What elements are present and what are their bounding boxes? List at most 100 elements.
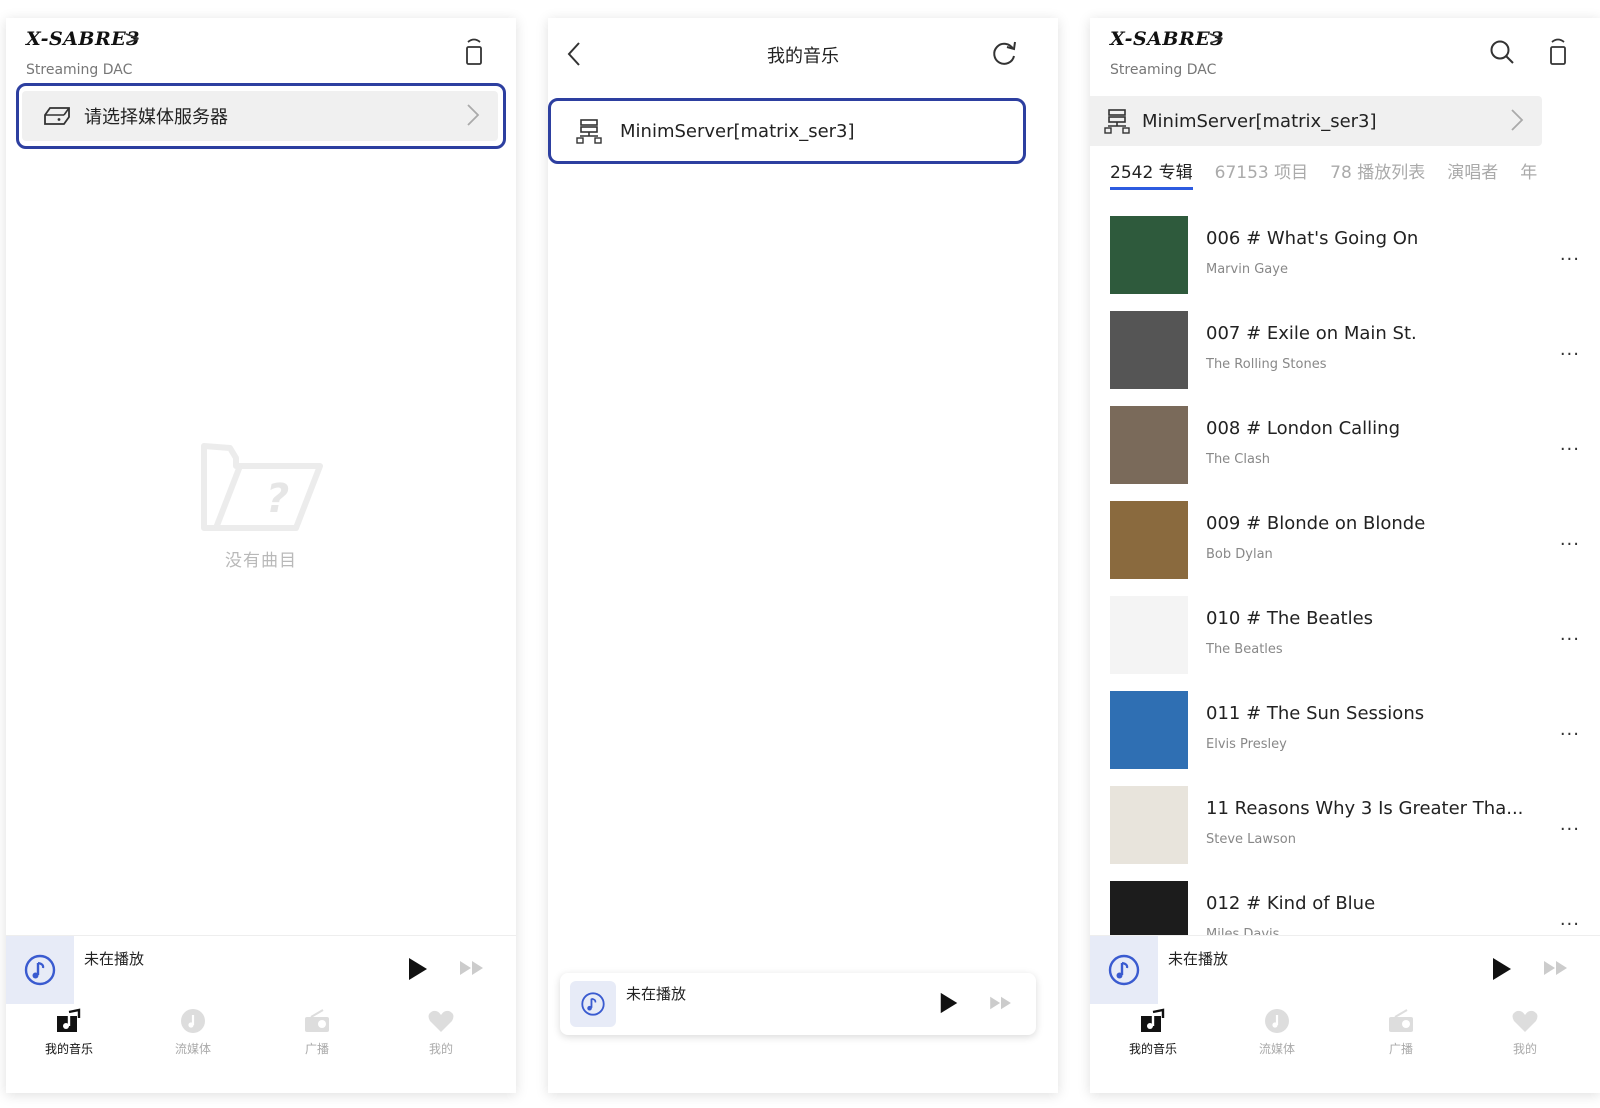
tab-streaming-label: 流媒体 <box>1258 1042 1295 1056</box>
screen-no-server: X-SABRE3 > Streaming DAC 请选择媒体服务器 ? 没有曲目… <box>6 18 516 1093</box>
play-icon <box>1493 958 1511 980</box>
heart-icon <box>428 1010 454 1032</box>
tab-radio-label: 广播 <box>304 1042 329 1056</box>
next-button[interactable] <box>1542 958 1570 982</box>
brand-logo: X-SABRE3 <box>26 28 140 50</box>
screen-server-list: 我的音乐 MinimServer[matrix_ser3] 未在播放 <box>548 18 1058 1093</box>
device-subtitle: Streaming DAC <box>1110 62 1217 78</box>
album-row[interactable]: 11 Reasons Why 3 Is Greater Tha... Steve … <box>1110 786 1590 866</box>
category-tabs: 2542 专辑 67153 项目 78 播放列表 演唱者年 <box>1110 158 1559 194</box>
tab-artists[interactable]: 演唱者 <box>1447 158 1498 183</box>
empty-state-text: 没有曲目 <box>225 551 297 571</box>
tab-year[interactable]: 年 <box>1520 158 1537 183</box>
select-server-button[interactable]: 请选择媒体服务器 <box>22 91 498 141</box>
device-remote-icon[interactable] <box>458 36 490 68</box>
chevron-right-icon <box>466 103 480 132</box>
album-title: 11 Reasons Why 3 Is Greater Tha... <box>1206 798 1524 819</box>
mini-player[interactable]: 未在播放 <box>1090 935 1600 1004</box>
album-cover <box>1110 786 1188 864</box>
album-cover <box>1110 596 1188 674</box>
album-title: 007 # Exile on Main St. <box>1206 323 1417 344</box>
tab-mine[interactable]: 我的 <box>386 1008 496 1057</box>
server-item[interactable]: MinimServer[matrix_ser3] <box>556 106 1018 156</box>
album-row[interactable]: 006 # What's Going On Marvin Gaye... <box>1110 216 1590 296</box>
more-options-icon[interactable]: ... <box>1560 244 1580 265</box>
mini-player[interactable]: 未在播放 <box>560 973 1036 1035</box>
select-server-label: 请选择媒体服务器 <box>84 107 228 128</box>
server-drive-icon <box>42 106 72 126</box>
album-cover <box>1110 216 1188 294</box>
more-options-icon[interactable]: ... <box>1560 719 1580 740</box>
svg-text:?: ? <box>266 476 289 522</box>
next-button[interactable] <box>988 994 1014 1016</box>
album-artist: Bob Dylan <box>1206 547 1273 562</box>
album-row[interactable]: 009 # Blonde on Blonde Bob Dylan... <box>1110 501 1590 581</box>
tab-my-music-label: 我的音乐 <box>1128 1042 1177 1056</box>
tab-my-music[interactable]: 我的音乐 <box>14 1008 124 1057</box>
tab-radio-label: 广播 <box>1388 1042 1413 1056</box>
album-row[interactable]: 008 # London Calling The Clash... <box>1110 406 1590 486</box>
more-options-icon[interactable]: ... <box>1560 814 1580 835</box>
search-button[interactable] <box>1486 36 1518 68</box>
tab-streaming[interactable]: 流媒体 <box>138 1008 248 1057</box>
more-options-icon[interactable]: ... <box>1560 339 1580 360</box>
tab-radio[interactable]: 广播 <box>262 1008 372 1057</box>
tab-mine-label: 我的 <box>1512 1042 1537 1056</box>
server-icon <box>1104 108 1130 134</box>
server-selector[interactable]: MinimServer[matrix_ser3] <box>1090 96 1542 146</box>
server-icon <box>576 118 602 144</box>
tab-playlists[interactable]: 78 播放列表 <box>1330 158 1425 183</box>
album-title: 010 # The Beatles <box>1206 608 1374 629</box>
album-title: 006 # What's Going On <box>1206 228 1419 249</box>
refresh-button[interactable] <box>988 38 1020 70</box>
mini-player[interactable]: 未在播放 <box>6 935 516 1004</box>
album-artist: The Rolling Stones <box>1206 357 1327 372</box>
play-button[interactable] <box>406 956 430 986</box>
next-button[interactable] <box>458 958 486 982</box>
album-title: 012 # Kind of Blue <box>1206 893 1376 914</box>
tab-streaming[interactable]: 流媒体 <box>1222 1008 1332 1057</box>
tab-mine[interactable]: 我的 <box>1470 1008 1580 1057</box>
fast-forward-icon <box>1544 961 1567 975</box>
album-cover <box>1110 691 1188 769</box>
my-music-icon <box>57 1008 81 1032</box>
album-artist: The Beatles <box>1206 642 1283 657</box>
page-title: 我的音乐 <box>767 46 839 67</box>
chevron-right-icon <box>1510 108 1524 137</box>
tab-my-music[interactable]: 我的音乐 <box>1098 1008 1208 1057</box>
device-chevron[interactable]: > <box>124 26 141 50</box>
album-row[interactable]: 011 # The Sun Sessions Elvis Presley... <box>1110 691 1590 771</box>
tab-albums[interactable]: 2542 专辑 <box>1110 158 1193 190</box>
play-button[interactable] <box>938 991 960 1019</box>
more-options-icon[interactable]: ... <box>1560 624 1580 645</box>
album-cover <box>1110 311 1188 389</box>
more-options-icon[interactable]: ... <box>1560 909 1580 930</box>
tab-my-music-label: 我的音乐 <box>44 1042 93 1056</box>
album-artist: The Clash <box>1206 452 1270 467</box>
tab-radio[interactable]: 广播 <box>1346 1008 1456 1057</box>
album-cover <box>1110 501 1188 579</box>
search-icon <box>1490 40 1514 64</box>
play-button[interactable] <box>1490 956 1514 986</box>
album-row[interactable]: 010 # The Beatles The Beatles... <box>1110 596 1590 676</box>
music-note-icon <box>1108 954 1140 986</box>
empty-state: ? 没有曲目 <box>6 436 516 571</box>
device-remote-icon[interactable] <box>1542 36 1574 68</box>
device-chevron[interactable]: > <box>1208 26 1225 50</box>
more-options-icon[interactable]: ... <box>1560 434 1580 455</box>
tab-mine-label: 我的 <box>428 1042 453 1056</box>
now-playing-status: 未在播放 <box>84 950 145 968</box>
album-title: 009 # Blonde on Blonde <box>1206 513 1426 534</box>
bottom-tabbar: 我的音乐 流媒体 广播 我的 <box>6 1008 516 1070</box>
bottom-tabbar: 我的音乐 流媒体 广播 我的 <box>1090 1008 1600 1070</box>
streaming-icon <box>181 1009 205 1033</box>
mini-player-art <box>570 981 616 1027</box>
tab-items[interactable]: 67153 项目 <box>1215 158 1308 183</box>
album-artist: Steve Lawson <box>1206 832 1296 847</box>
mini-player-art <box>1090 936 1158 1004</box>
album-row[interactable]: 007 # Exile on Main St. The Rolling Stone… <box>1110 311 1590 391</box>
more-options-icon[interactable]: ... <box>1560 529 1580 550</box>
brand-logo: X-SABRE3 <box>1110 28 1224 50</box>
tab-streaming-label: 流媒体 <box>174 1042 211 1056</box>
now-playing-status: 未在播放 <box>1168 950 1229 968</box>
